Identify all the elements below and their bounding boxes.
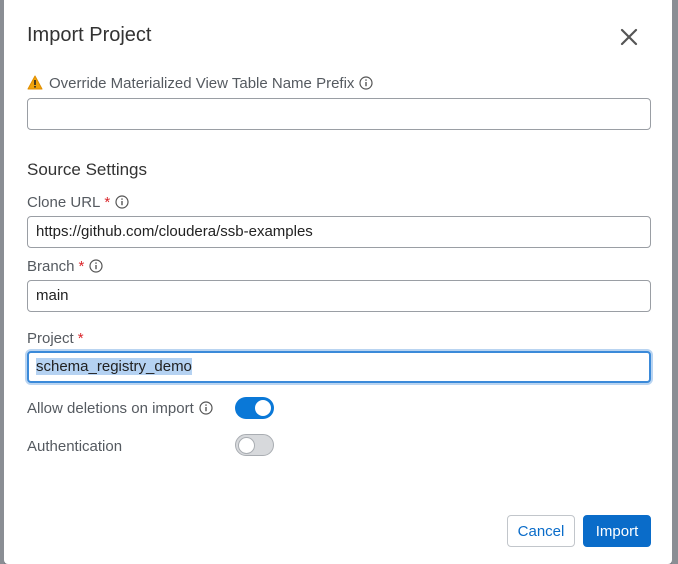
dialog-title: Import Project <box>27 24 152 46</box>
authentication-label: Authentication <box>27 438 123 455</box>
project-label-row: Project * <box>27 330 84 347</box>
clone-url-value: https://github.com/cloudera/ssb-examples <box>36 223 313 240</box>
info-icon[interactable] <box>359 76 374 90</box>
toggle-knob <box>238 437 255 454</box>
required-mark: * <box>77 330 84 347</box>
project-value: schema_registry_demo <box>36 358 192 375</box>
project-label: Project <box>27 330 74 347</box>
authentication-toggle[interactable] <box>235 434 274 456</box>
branch-label: Branch <box>27 258 75 275</box>
import-project-dialog: Import Project Override Materialized Vie… <box>4 0 672 564</box>
override-prefix-label: Override Materialized View Table Name Pr… <box>49 75 355 92</box>
close-icon <box>620 28 638 46</box>
branch-input[interactable]: main <box>27 280 651 312</box>
override-prefix-label-row: Override Materialized View Table Name Pr… <box>27 75 374 92</box>
override-prefix-input[interactable] <box>27 98 651 130</box>
required-mark: * <box>104 194 111 211</box>
clone-url-label-row: Clone URL * <box>27 194 129 211</box>
project-input[interactable]: schema_registry_demo <box>27 351 651 383</box>
clone-url-input[interactable]: https://github.com/cloudera/ssb-examples <box>27 216 651 248</box>
required-mark: * <box>78 258 85 275</box>
toggle-knob <box>255 400 271 416</box>
allow-deletions-label-row: Allow deletions on import <box>27 400 213 417</box>
clone-url-label: Clone URL <box>27 194 101 211</box>
source-settings-heading: Source Settings <box>27 160 148 179</box>
backdrop-right <box>672 0 678 564</box>
info-icon[interactable] <box>89 259 103 273</box>
info-icon[interactable] <box>199 401 213 415</box>
import-button[interactable]: Import <box>583 515 651 547</box>
branch-value: main <box>36 287 69 304</box>
allow-deletions-toggle[interactable] <box>235 397 274 419</box>
close-button[interactable] <box>616 24 642 50</box>
cancel-button[interactable]: Cancel <box>507 515 575 547</box>
branch-label-row: Branch * <box>27 258 103 275</box>
info-icon[interactable] <box>115 195 129 209</box>
allow-deletions-label: Allow deletions on import <box>27 400 194 417</box>
warning-icon <box>27 75 43 90</box>
